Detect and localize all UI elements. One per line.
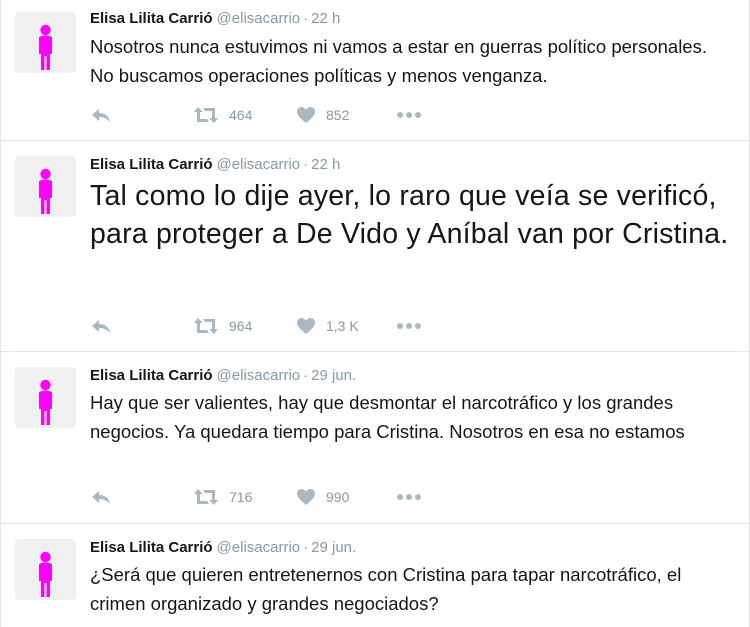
like-button[interactable]: 852 xyxy=(296,105,349,125)
author-name[interactable]: Elisa Lilita Carrió xyxy=(90,367,213,384)
reply-arrow-icon xyxy=(92,491,110,504)
like-count: 852 xyxy=(326,107,350,123)
author-handle[interactable]: @elisacarrio xyxy=(217,10,301,27)
author-name[interactable]: Elisa Lilita Carrió xyxy=(90,539,213,556)
timestamp[interactable]: 29 jun. xyxy=(311,367,356,384)
like-count: 1,3 K xyxy=(326,318,359,334)
reply-arrow-icon xyxy=(92,320,110,333)
like-button[interactable]: 990 xyxy=(296,487,349,507)
pink-person-silhouette-icon xyxy=(39,168,52,214)
avatar[interactable] xyxy=(15,12,76,73)
retweet-count: 964 xyxy=(229,318,253,334)
more-dots-icon xyxy=(397,494,421,500)
tweet-actions: 464 852 xyxy=(90,105,430,125)
heart-icon xyxy=(297,107,315,123)
tweet-text: Tal como lo dije ayer, lo raro que veía … xyxy=(90,180,729,250)
reply-button[interactable] xyxy=(90,316,112,336)
tweet[interactable]: Elisa Lilita Carrió @elisacarrio · 22 h Tal… xyxy=(1,141,749,352)
retweet-count: 716 xyxy=(229,489,253,505)
author-handle[interactable]: @elisacarrio xyxy=(217,539,301,556)
retweet-icon xyxy=(194,107,218,123)
separator-dot: · xyxy=(303,539,309,556)
pink-person-silhouette-icon xyxy=(39,551,52,597)
heart-icon xyxy=(297,489,315,505)
tweet-text: ¿Será que quieren entretenernos con Cris… xyxy=(90,564,682,614)
retweet-button[interactable]: 464 xyxy=(193,105,252,125)
separator-dot: · xyxy=(303,156,309,173)
retweet-button[interactable]: 964 xyxy=(193,316,252,336)
more-button[interactable] xyxy=(396,316,422,336)
tweet-actions: 964 1,3 K xyxy=(90,316,430,336)
more-dots-icon xyxy=(397,112,421,118)
author-handle[interactable]: @elisacarrio xyxy=(217,156,301,173)
tweet-header: Elisa Lilita Carrió @elisacarrio · 22 h xyxy=(90,10,340,27)
tweet-text: Nosotros nunca estuvimos ni vamos a esta… xyxy=(90,36,707,86)
author-handle[interactable]: @elisacarrio xyxy=(217,367,301,384)
timestamp[interactable]: 22 h xyxy=(311,156,340,173)
timestamp[interactable]: 22 h xyxy=(311,10,340,27)
tweet-actions: 716 990 xyxy=(90,487,430,507)
retweet-icon xyxy=(194,489,218,505)
tweet[interactable]: Elisa Lilita Carrió @elisacarrio · 29 jun. … xyxy=(1,352,749,524)
pink-person-silhouette-icon xyxy=(39,24,52,70)
like-button[interactable]: 1,3 K xyxy=(296,316,359,336)
more-button[interactable] xyxy=(396,105,422,125)
reply-button[interactable] xyxy=(90,105,112,125)
separator-dot: · xyxy=(303,10,309,27)
retweet-count: 464 xyxy=(229,107,253,123)
timestamp[interactable]: 29 jun. xyxy=(311,539,356,556)
tweet[interactable]: Elisa Lilita Carrió @elisacarrio · 22 h Nos… xyxy=(1,0,749,141)
retweet-icon xyxy=(194,318,218,334)
avatar[interactable] xyxy=(15,539,76,600)
pink-person-silhouette-icon xyxy=(39,379,52,425)
heart-icon xyxy=(297,318,315,334)
tweet-header: Elisa Lilita Carrió @elisacarrio · 29 jun. xyxy=(90,539,356,556)
avatar[interactable] xyxy=(15,367,76,428)
reply-arrow-icon xyxy=(92,109,110,122)
more-button[interactable] xyxy=(396,487,422,507)
tweet-text: Hay que ser valientes, hay que desmontar… xyxy=(90,392,685,442)
tweet[interactable]: Elisa Lilita Carrió @elisacarrio · 29 jun. … xyxy=(1,524,749,627)
reply-button[interactable] xyxy=(90,487,112,507)
retweet-button[interactable]: 716 xyxy=(193,487,252,507)
tweet-feed: Elisa Lilita Carrió @elisacarrio · 22 h Nos… xyxy=(0,0,750,627)
separator-dot: · xyxy=(303,367,309,384)
author-name[interactable]: Elisa Lilita Carrió xyxy=(90,156,213,173)
tweet-header: Elisa Lilita Carrió @elisacarrio · 22 h xyxy=(90,156,340,173)
author-name[interactable]: Elisa Lilita Carrió xyxy=(90,10,213,27)
tweet-header: Elisa Lilita Carrió @elisacarrio · 29 jun. xyxy=(90,367,356,384)
avatar[interactable] xyxy=(15,156,76,217)
more-dots-icon xyxy=(397,323,421,329)
like-count: 990 xyxy=(326,489,350,505)
